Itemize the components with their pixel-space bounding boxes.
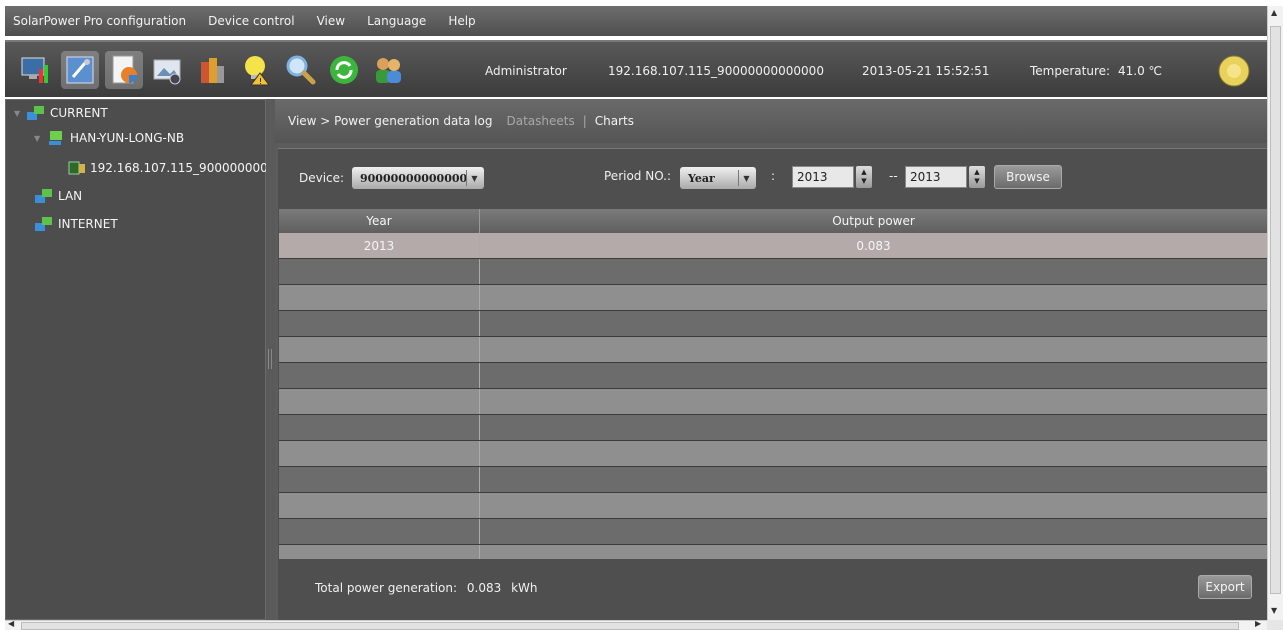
menu-view[interactable]: View <box>317 14 345 28</box>
collapse-arrow-icon[interactable]: ▼ <box>14 109 24 118</box>
empty-row <box>279 467 1267 493</box>
tree-label-internet: INTERNET <box>58 217 118 231</box>
empty-row <box>279 545 1267 559</box>
empty-row <box>279 519 1267 545</box>
building-icon[interactable] <box>193 51 231 89</box>
to-year-field[interactable]: 2013 <box>905 166 967 188</box>
cell-output-power: 0.083 <box>856 238 891 253</box>
tree-item-lan[interactable]: LAN <box>34 188 82 204</box>
scroll-down-icon[interactable]: ▼ <box>1271 606 1277 615</box>
tree-label-host: HAN-YUN-LONG-NB <box>70 131 185 145</box>
datetime: 2013-05-21 15:52:51 <box>862 63 990 78</box>
to-year-stepper[interactable]: 2013 ▲ ▼ <box>905 166 985 188</box>
search-icon[interactable] <box>281 51 319 89</box>
table-header: Year Output power <box>279 209 1267 233</box>
from-year-stepper[interactable]: 2013 ▲ ▼ <box>792 166 872 188</box>
tree-label-current: CURRENT <box>50 106 108 120</box>
tools-config-icon[interactable] <box>61 50 99 89</box>
scroll-right-icon[interactable]: ▶ <box>1255 619 1261 628</box>
empty-row <box>279 363 1267 389</box>
data-table: Year Output power 2013 0.083 <box>279 209 1267 559</box>
empty-row <box>279 337 1267 363</box>
scroll-left-icon[interactable]: ◀ <box>8 619 14 628</box>
warning-bulb-icon[interactable]: ! <box>237 51 275 89</box>
menu-help[interactable]: Help <box>448 14 475 28</box>
collapse-arrow-icon[interactable]: ▼ <box>34 134 44 143</box>
total-power: Total power generation: 0.083 kWh <box>315 581 538 595</box>
data-panel: Device: 90000000000000 ▼ Period NO.: Yea… <box>278 148 1267 620</box>
vertical-scrollbar[interactable]: ▲ ▼ <box>1267 6 1283 620</box>
period-select[interactable]: Year ▼ <box>680 167 756 189</box>
device-label: Device: <box>299 171 345 185</box>
document-report-icon[interactable] <box>105 50 143 89</box>
period-colon: : <box>771 169 776 183</box>
tree-item-host[interactable]: ▼ HAN-YUN-LONG-NB <box>34 130 184 146</box>
from-year-field[interactable]: 2013 <box>792 166 854 188</box>
column-header-year[interactable]: Year <box>279 209 480 233</box>
menu-language[interactable]: Language <box>367 14 426 28</box>
browse-button[interactable]: Browse <box>994 165 1062 189</box>
device-id: 192.168.107.115_90000000000000 <box>608 63 824 78</box>
inverter-device-icon <box>68 161 85 175</box>
tree-item-internet[interactable]: INTERNET <box>34 216 118 232</box>
menu-bar: SolarPower Pro configuration Device cont… <box>5 6 1267 36</box>
temperature-value: 41.0 ℃ <box>1118 63 1163 78</box>
total-label: Total power generation: <box>315 581 458 595</box>
export-button[interactable]: Export <box>1198 575 1252 599</box>
chevron-down-icon: ▼ <box>738 170 754 186</box>
vertical-scroll-thumb[interactable] <box>1270 26 1281 594</box>
empty-row <box>279 389 1267 415</box>
device-select[interactable]: 90000000000000 ▼ <box>352 167 484 189</box>
empty-row <box>279 493 1267 519</box>
empty-row <box>279 415 1267 441</box>
svg-text:!: ! <box>259 77 262 86</box>
period-select-value: Year <box>688 171 715 185</box>
monitor-chart-icon[interactable] <box>17 51 55 89</box>
stepper-arrows-icon[interactable]: ▲ ▼ <box>969 166 985 188</box>
computer-icon <box>49 131 62 145</box>
sun-status-icon[interactable] <box>1217 54 1251 88</box>
column-header-output-power[interactable]: Output power <box>480 209 1267 233</box>
chevron-down-icon: ▼ <box>466 170 482 186</box>
main-content: View > Power generation data log Datashe… <box>275 99 1267 620</box>
menu-device-control[interactable]: Device control <box>208 14 294 28</box>
photo-icon[interactable] <box>149 51 187 89</box>
splitter-grip[interactable] <box>268 349 272 369</box>
network-icon <box>27 106 44 120</box>
device-tree: ▼ CURRENT ▼ HAN-YUN-LONG-NB 192.168.107.… <box>5 99 306 620</box>
users-icon[interactable] <box>369 51 407 89</box>
user-name: Administrator <box>485 63 567 78</box>
menu-solarpower-config[interactable]: SolarPower Pro configuration <box>13 14 186 28</box>
empty-row <box>279 311 1267 337</box>
tree-label-lan: LAN <box>58 189 83 203</box>
table-row[interactable]: 2013 0.083 <box>279 233 1267 259</box>
refresh-icon[interactable] <box>325 51 363 89</box>
total-value: 0.083 <box>466 581 502 595</box>
horizontal-scrollbar[interactable]: ◀ ▶ <box>5 619 1267 630</box>
device-select-value: 90000000000000 <box>360 171 468 185</box>
nav-bar: View > Power generation data log Datashe… <box>275 99 1267 143</box>
empty-row <box>279 285 1267 311</box>
tree-item-current[interactable]: ▼ CURRENT <box>14 105 108 121</box>
horizontal-scroll-thumb[interactable] <box>21 622 1239 630</box>
temperature-label: Temperature: <box>1030 63 1111 78</box>
scroll-up-icon[interactable]: ▲ <box>1271 8 1277 17</box>
network-icon <box>35 189 52 203</box>
panel-splitter[interactable] <box>266 99 275 620</box>
breadcrumb: View > Power generation data log <box>288 114 493 128</box>
empty-row <box>279 441 1267 467</box>
tab-charts[interactable]: Charts <box>595 114 634 128</box>
stepper-arrows-icon[interactable]: ▲ ▼ <box>856 166 872 188</box>
empty-row <box>279 259 1267 285</box>
tab-datasheets[interactable]: Datasheets <box>506 114 574 128</box>
total-unit: kWh <box>511 581 538 595</box>
scrollbar-corner <box>1267 620 1283 630</box>
cell-year: 2013 <box>279 233 480 258</box>
toolbar: ! Administrator 192.168.107.115_90000000… <box>5 40 1267 97</box>
period-label: Period NO.: <box>604 169 672 183</box>
tab-separator: | <box>582 114 587 128</box>
range-separator: -- <box>889 169 898 183</box>
network-icon <box>35 217 52 231</box>
